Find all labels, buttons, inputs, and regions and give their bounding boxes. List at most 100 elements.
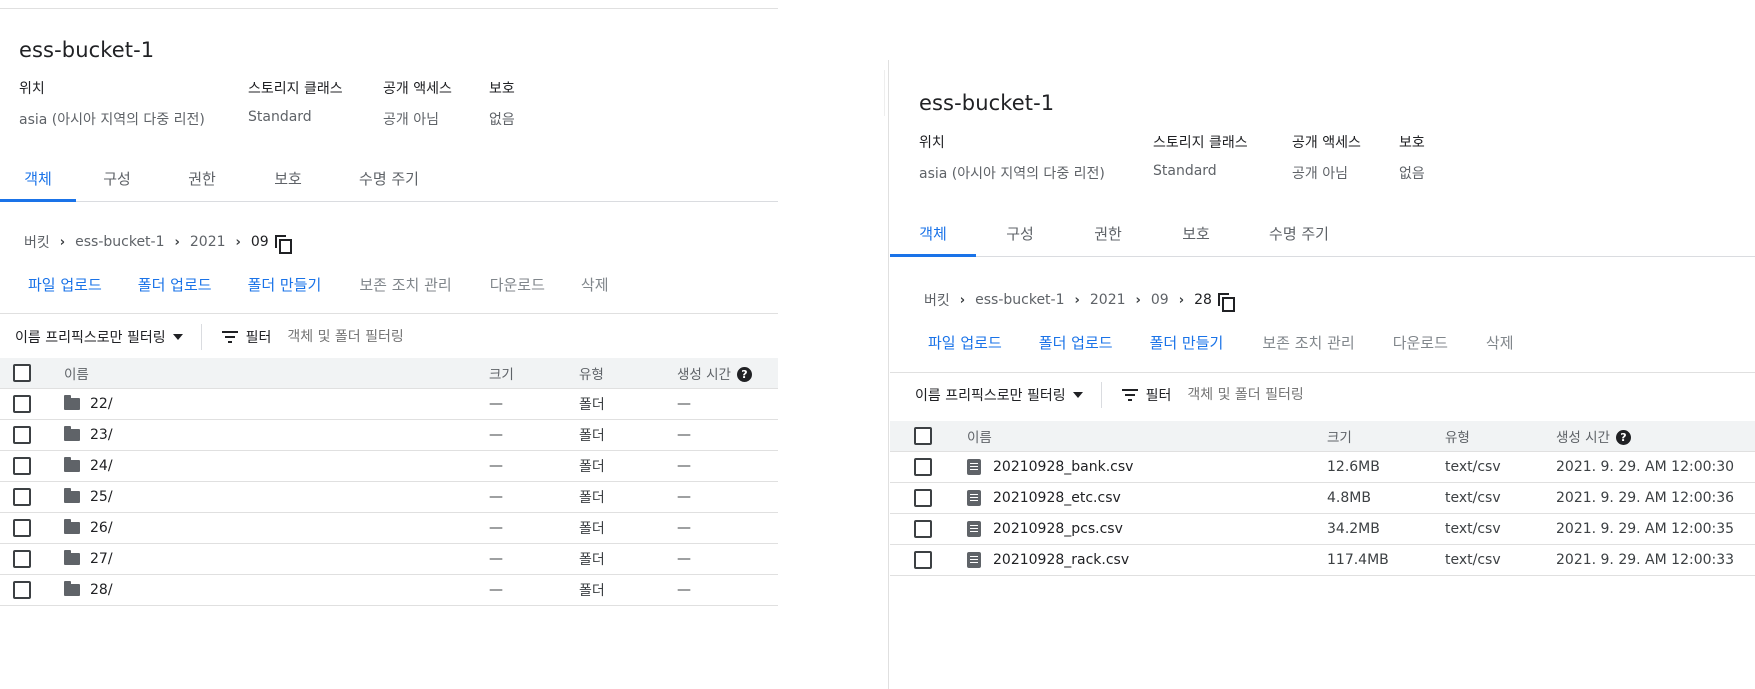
row-select-cell [890,451,967,483]
breadcrumb-buckets[interactable]: 버킷 [924,290,950,310]
upload-file-button[interactable]: 파일 업로드 [28,274,102,295]
breadcrumb-folder-2021[interactable]: 2021 [1090,292,1126,308]
name-cell: 28/ [64,574,489,606]
table-row[interactable]: 20210928_etc.csv 4.8MB text/csv 2021. 9.… [890,482,1755,514]
table-header-row: 이름 크기 유형 생성 시간? [0,358,778,389]
filter-icon[interactable] [1121,389,1138,401]
table-row[interactable]: 20210928_rack.csv 117.4MB text/csv 2021.… [890,544,1755,576]
row-select-cell [890,482,967,514]
copy-path-icon[interactable] [1217,292,1235,312]
type-column-header[interactable]: 유형 [1445,421,1556,452]
download-button[interactable]: 다운로드 [490,274,545,295]
help-icon[interactable]: ? [1615,430,1631,446]
tab-configuration[interactable]: 구성 [995,217,1045,257]
row-checkbox[interactable] [13,425,31,444]
filter-separator [200,324,202,350]
created-column-header[interactable]: 생성 시간? [677,358,778,389]
folder-name-link[interactable]: 24/ [90,458,113,474]
size-column-header[interactable]: 크기 [489,358,579,389]
object-filter-input[interactable] [287,329,488,345]
file-name-link[interactable]: 20210928_rack.csv [993,552,1129,568]
type-column-header[interactable]: 유형 [579,358,677,389]
breadcrumb-current: 09 [250,234,269,250]
row-checkbox[interactable] [914,488,932,507]
delete-button[interactable]: 삭제 [1486,332,1514,353]
upload-folder-button[interactable]: 폴더 업로드 [1039,332,1113,353]
name-cell: 20210928_rack.csv [967,544,1327,576]
row-checkbox[interactable] [13,518,31,537]
manage-holds-button[interactable]: 보존 조치 관리 [359,274,451,295]
name-column-header[interactable]: 이름 [967,421,1327,452]
tab-lifecycle[interactable]: 수명 주기 [1263,217,1335,257]
file-name-link[interactable]: 20210928_etc.csv [993,490,1121,506]
size-column-header[interactable]: 크기 [1327,421,1445,452]
folder-name-link[interactable]: 23/ [90,427,113,443]
table-row[interactable]: 25/ — 폴더 — [0,481,778,513]
row-checkbox[interactable] [13,549,31,568]
tab-objects[interactable]: 객체 [0,162,76,202]
table-row[interactable]: 20210928_pcs.csv 34.2MB text/csv 2021. 9… [890,513,1755,545]
help-icon[interactable]: ? [736,367,752,383]
copy-path-icon[interactable] [274,234,292,254]
row-select-cell [0,481,64,513]
breadcrumb-bucket[interactable]: ess-bucket-1 [975,292,1064,308]
row-checkbox[interactable] [914,457,932,476]
row-checkbox[interactable] [13,580,31,599]
name-cell: 25/ [64,481,489,513]
tab-objects[interactable]: 객체 [890,217,976,257]
file-icon [967,489,981,506]
folder-name-link[interactable]: 28/ [90,582,113,598]
tab-lifecycle[interactable]: 수명 주기 [353,162,425,202]
download-button[interactable]: 다운로드 [1393,332,1448,353]
manage-holds-button[interactable]: 보존 조치 관리 [1262,332,1354,353]
type-cell: 폴더 [579,450,677,482]
breadcrumb-folder-2021[interactable]: 2021 [190,234,226,250]
row-checkbox[interactable] [914,550,932,569]
breadcrumb-bucket[interactable]: ess-bucket-1 [75,234,164,250]
created-cell: 2021. 9. 29. AM 12:00:33 [1556,544,1755,576]
prefix-filter-dropdown[interactable]: 이름 프리픽스로만 필터링 [915,385,1083,405]
file-name-link[interactable]: 20210928_bank.csv [993,459,1133,475]
tab-configuration[interactable]: 구성 [92,162,142,202]
upload-file-button[interactable]: 파일 업로드 [928,332,1002,353]
table-row[interactable]: 22/ — 폴더 — [0,388,778,420]
breadcrumb-folder-09[interactable]: 09 [1151,292,1169,308]
table-row[interactable]: 26/ — 폴더 — [0,512,778,544]
object-filter-input[interactable] [1187,387,1388,403]
prefix-filter-dropdown[interactable]: 이름 프리픽스로만 필터링 [15,327,183,347]
tab-protection[interactable]: 보호 [1171,217,1221,257]
select-all-checkbox[interactable] [13,363,31,382]
row-checkbox[interactable] [13,394,31,413]
create-folder-button[interactable]: 폴더 만들기 [1150,332,1224,353]
row-select-cell [0,543,64,575]
tab-bar: 객체 구성 권한 보호 수명 주기 [0,162,778,202]
folder-name-link[interactable]: 22/ [90,396,113,412]
row-checkbox[interactable] [914,519,932,538]
tab-permissions[interactable]: 권한 [1083,217,1133,257]
delete-button[interactable]: 삭제 [581,274,609,295]
file-name-link[interactable]: 20210928_pcs.csv [993,521,1123,537]
name-column-header[interactable]: 이름 [64,358,489,389]
file-icon [967,458,981,475]
filter-icon[interactable] [221,331,238,343]
table-row[interactable]: 20210928_bank.csv 12.6MB text/csv 2021. … [890,451,1755,483]
row-checkbox[interactable] [13,487,31,506]
filter-bar: 이름 프리픽스로만 필터링 필터 [915,380,1388,410]
chevron-right-icon: › [1135,292,1141,308]
table-row[interactable]: 23/ — 폴더 — [0,419,778,451]
tab-protection[interactable]: 보호 [263,162,313,202]
created-column-header[interactable]: 생성 시간? [1556,421,1755,452]
folder-name-link[interactable]: 26/ [90,520,113,536]
folder-name-link[interactable]: 25/ [90,489,113,505]
create-folder-button[interactable]: 폴더 만들기 [248,274,322,295]
public-access-value: 공개 아님 [383,112,439,128]
table-row[interactable]: 27/ — 폴더 — [0,543,778,575]
tab-permissions[interactable]: 권한 [177,162,227,202]
folder-name-link[interactable]: 27/ [90,551,113,567]
breadcrumb-buckets[interactable]: 버킷 [24,232,50,252]
table-row[interactable]: 24/ — 폴더 — [0,450,778,482]
table-row[interactable]: 28/ — 폴더 — [0,574,778,606]
select-all-checkbox[interactable] [914,426,932,445]
upload-folder-button[interactable]: 폴더 업로드 [138,274,212,295]
row-checkbox[interactable] [13,456,31,475]
